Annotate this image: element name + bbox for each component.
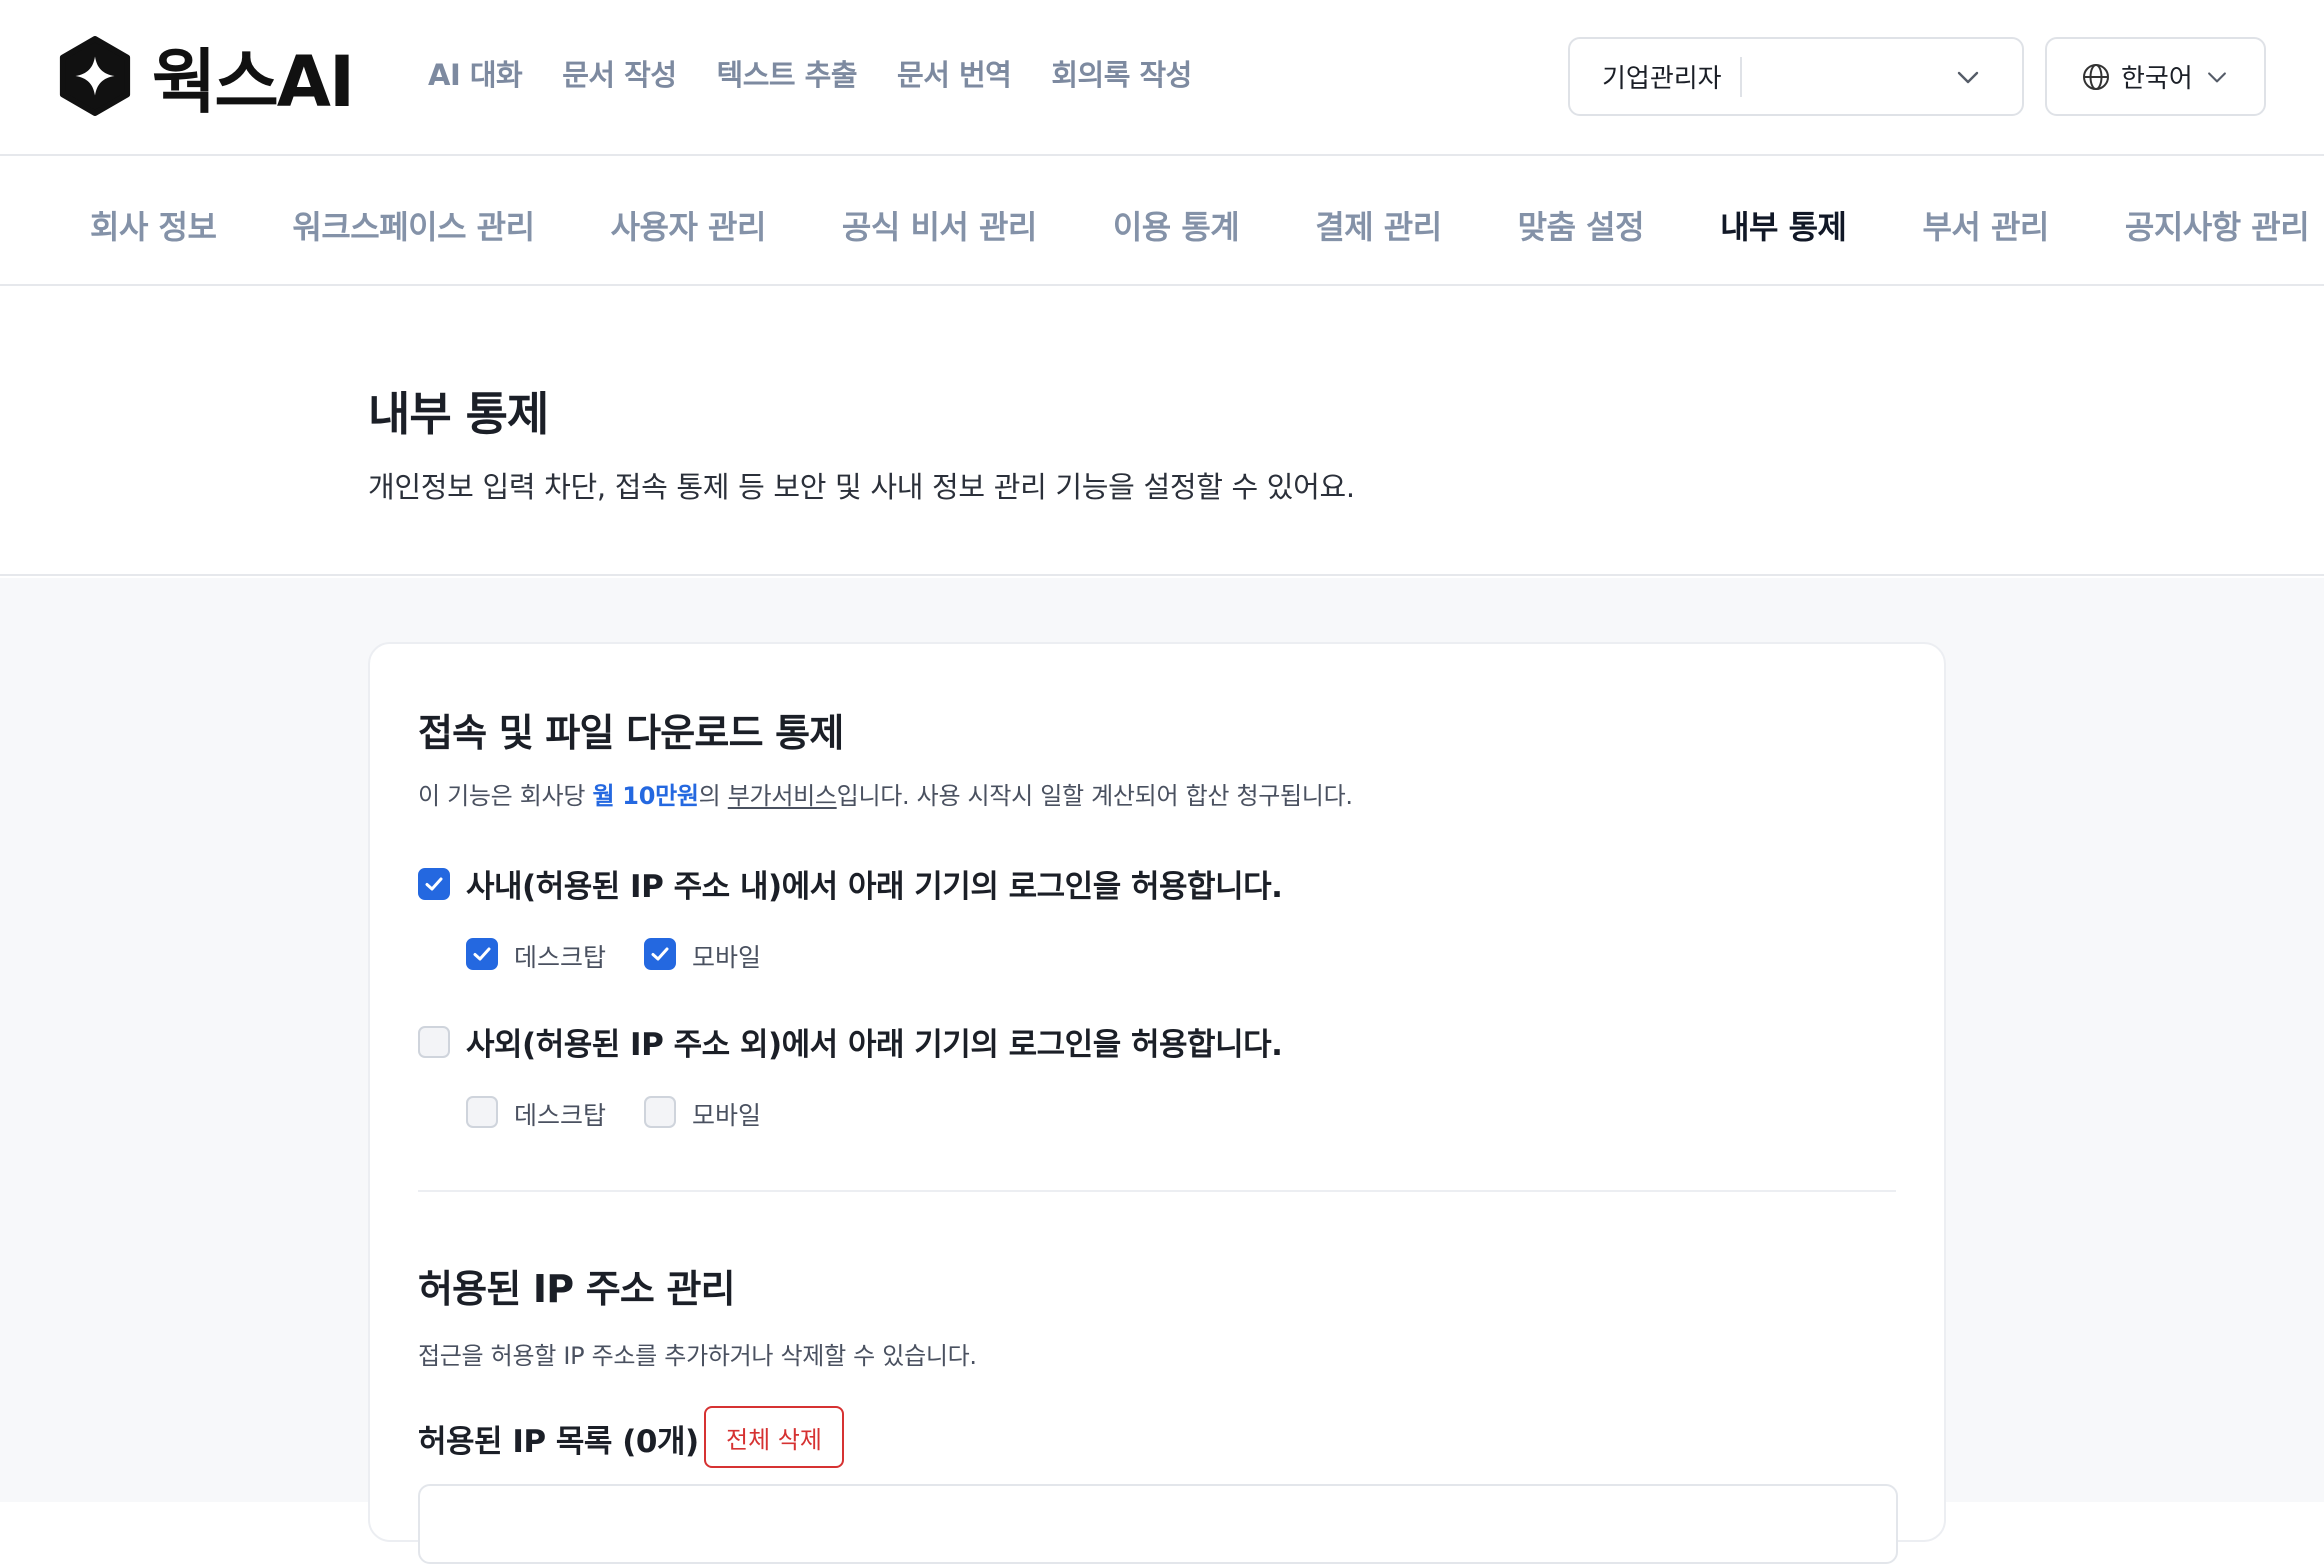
- check-icon: [425, 877, 443, 891]
- nav-meeting-minutes[interactable]: 회의록 작성: [1051, 52, 1192, 94]
- tab-usage-statistics[interactable]: 이용 통계: [1113, 202, 1240, 248]
- language-select[interactable]: 한국어: [2045, 37, 2266, 116]
- nav-document-translation[interactable]: 문서 번역: [897, 52, 1012, 94]
- tab-billing-management[interactable]: 결제 관리: [1315, 202, 1442, 248]
- addon-service-link[interactable]: 부가서비스: [728, 782, 837, 810]
- internal-desktop-checkbox[interactable]: [466, 938, 498, 970]
- desc-suffix: 입니다. 사용 시작시 일할 계산되어 합산 청구됩니다.: [836, 782, 1353, 810]
- tab-custom-settings[interactable]: 맞춤 설정: [1518, 202, 1645, 248]
- chevron-down-icon: [2207, 71, 2226, 82]
- tab-department-management[interactable]: 부서 관리: [1922, 202, 2049, 248]
- logo-text: 웍스AI: [152, 40, 355, 123]
- chevron-down-icon: [1957, 71, 1979, 84]
- check-icon: [473, 947, 491, 961]
- internal-control-card: 접속 및 파일 다운로드 통제 이 기능은 회사당 월 10만원의 부가서비스입…: [368, 642, 1946, 1564]
- check-icon: [651, 947, 669, 961]
- internal-mobile-label: 모바일: [692, 943, 762, 972]
- external-mobile-checkbox[interactable]: [644, 1096, 676, 1128]
- nav-text-extraction[interactable]: 텍스트 추출: [717, 52, 858, 94]
- logo[interactable]: 웍스AI: [56, 34, 355, 123]
- desc-prefix: 이 기능은 회사당: [418, 782, 593, 810]
- nav-ai-chat[interactable]: AI 대화: [428, 52, 523, 94]
- language-value: 한국어: [2121, 64, 2193, 94]
- tab-internal-control[interactable]: 내부 통제: [1720, 202, 1847, 248]
- select-separator: [1739, 56, 1742, 97]
- company-role-select[interactable]: 기업관리자: [1568, 37, 2024, 116]
- access-control-title: 접속 및 파일 다운로드 통제: [418, 711, 844, 755]
- section-divider: [418, 1190, 1896, 1192]
- internal-login-checkbox[interactable]: [418, 868, 450, 900]
- internal-desktop-label: 데스크탑: [514, 943, 607, 972]
- page-title: 내부 통제: [368, 387, 549, 441]
- external-mobile-label: 모바일: [692, 1101, 762, 1130]
- nav-document-writing[interactable]: 문서 작성: [562, 52, 677, 94]
- page-description: 개인정보 입력 차단, 접속 통제 등 보안 및 사내 정보 관리 기능을 설정…: [368, 470, 1355, 504]
- desc-mid: 의: [698, 782, 728, 810]
- logo-icon: [59, 36, 131, 116]
- tab-official-assistant-management[interactable]: 공식 비서 관리: [842, 202, 1037, 248]
- tab-workspace-management[interactable]: 워크스페이스 관리: [292, 202, 535, 248]
- external-login-label: 사외(허용된 IP 주소 외)에서 아래 기기의 로그인을 허용합니다.: [466, 1027, 1283, 1063]
- tab-company-info[interactable]: 회사 정보: [90, 202, 217, 248]
- ip-management-description: 접근을 허용할 IP 주소를 추가하거나 삭제할 수 있습니다.: [418, 1342, 977, 1370]
- company-role-value: 기업관리자: [1602, 64, 1722, 94]
- internal-mobile-checkbox[interactable]: [644, 938, 676, 970]
- delete-all-button[interactable]: 전체 삭제: [704, 1406, 844, 1468]
- access-control-description: 이 기능은 회사당 월 10만원의 부가서비스입니다. 사용 시작시 일할 계산…: [418, 776, 1353, 811]
- external-login-checkbox[interactable]: [418, 1026, 450, 1058]
- page-heading: 내부 통제 개인정보 입력 차단, 접속 통제 등 보안 및 사내 정보 관리 …: [0, 288, 2324, 576]
- allowed-ip-list-title: 허용된 IP 목록 (0개): [418, 1424, 699, 1460]
- ip-management-title: 허용된 IP 주소 관리: [418, 1267, 736, 1311]
- price-highlight: 월 10만원: [592, 782, 699, 810]
- globe-icon: [2083, 63, 2109, 90]
- top-header: 웍스AI AI 대화 문서 작성 텍스트 추출 문서 번역 회의록 작성 기업관…: [0, 0, 2324, 156]
- allowed-ip-list: [418, 1484, 1898, 1564]
- external-desktop-checkbox[interactable]: [466, 1096, 498, 1128]
- internal-login-label: 사내(허용된 IP 주소 내)에서 아래 기기의 로그인을 허용합니다.: [466, 869, 1283, 905]
- main-nav: AI 대화 문서 작성 텍스트 추출 문서 번역 회의록 작성: [428, 52, 1192, 94]
- tab-notice-management[interactable]: 공지사항 관리: [2125, 202, 2310, 248]
- admin-subnav: 회사 정보 워크스페이스 관리 사용자 관리 공식 비서 관리 이용 통계 결제…: [0, 158, 2324, 286]
- external-desktop-label: 데스크탑: [514, 1101, 607, 1130]
- tab-user-management[interactable]: 사용자 관리: [611, 202, 767, 248]
